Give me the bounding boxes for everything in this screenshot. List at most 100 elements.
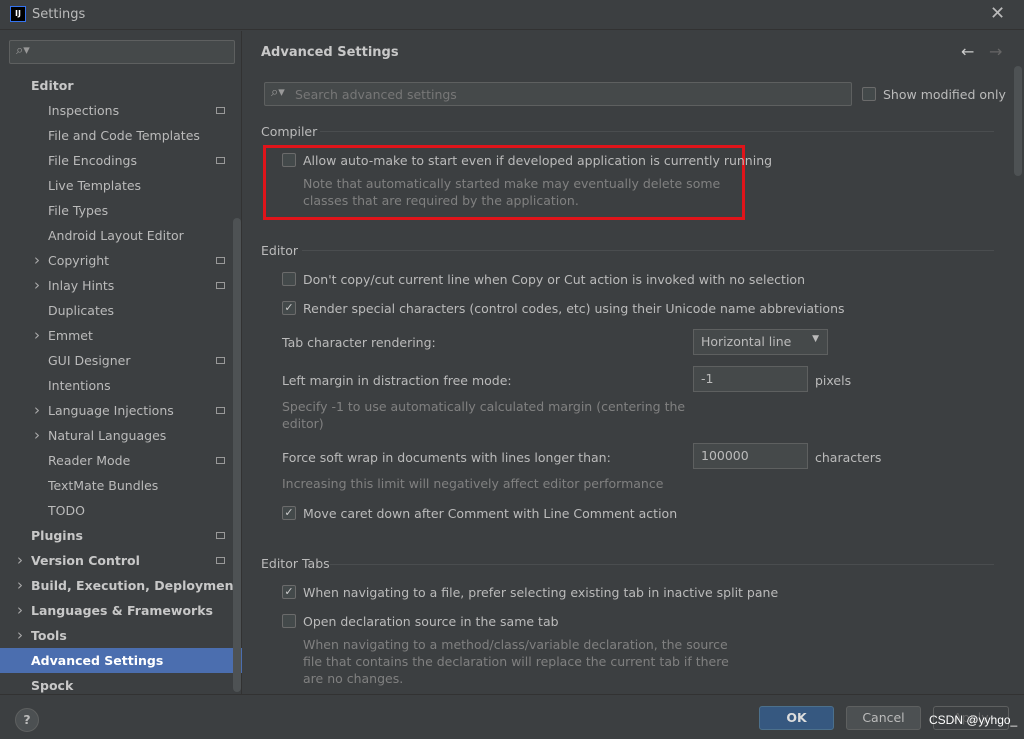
tab-rendering-dropdown[interactable]: Horizontal line ▼ <box>693 329 828 355</box>
open-same-tab-hint-3: are no changes. <box>303 671 404 686</box>
sidebar-item-label: Version Control <box>31 553 140 568</box>
sidebar-search-input[interactable]: ⌕▾ <box>9 40 235 64</box>
sidebar-item[interactable]: TextMate Bundles <box>48 473 158 498</box>
cancel-button[interactable]: Cancel <box>846 706 921 730</box>
soft-wrap-input[interactable]: 100000 <box>693 443 808 469</box>
compiler-section-header: Compiler <box>261 124 318 139</box>
sidebar-item[interactable]: Inlay Hints <box>48 273 114 298</box>
editor-section-header: Editor <box>261 243 298 258</box>
sidebar-scrollbar[interactable] <box>233 218 241 692</box>
open-same-tab-label: Open declaration source in the same tab <box>303 614 559 629</box>
sidebar-item[interactable]: Version Control <box>31 548 140 573</box>
project-settings-icon <box>216 457 225 464</box>
auto-make-hint: Note that automatically started make may… <box>303 176 721 191</box>
sidebar-item-label: Emmet <box>48 328 93 343</box>
project-settings-icon <box>216 157 225 164</box>
sidebar-item-label: Natural Languages <box>48 428 167 443</box>
divider <box>320 131 994 132</box>
chevron-right-icon[interactable]: › <box>34 276 40 294</box>
sidebar-item-label: Editor <box>31 78 74 93</box>
sidebar-item-label: TextMate Bundles <box>48 478 159 493</box>
sidebar-item-label: Reader Mode <box>48 453 131 468</box>
sidebar-item[interactable]: Languages & Frameworks <box>31 598 213 623</box>
sidebar-item-label: Intentions <box>48 378 111 393</box>
sidebar-item[interactable]: Language Injections <box>48 398 174 423</box>
chevron-right-icon[interactable]: › <box>34 251 40 269</box>
sidebar-item[interactable]: Tools <box>31 623 67 648</box>
sidebar-item[interactable]: Advanced Settings <box>0 648 242 673</box>
watermark: CSDN @yyhgo_ <box>929 713 1018 727</box>
tab-rendering-label: Tab character rendering: <box>282 335 436 350</box>
main-scrollbar[interactable] <box>1014 66 1022 176</box>
chevron-right-icon[interactable]: › <box>17 601 23 619</box>
sidebar-item[interactable]: TODO <box>48 498 85 523</box>
project-settings-icon <box>216 257 225 264</box>
forward-arrow-icon[interactable]: → <box>989 42 1002 61</box>
help-button[interactable]: ? <box>15 708 39 732</box>
sidebar-item-label: File Types <box>48 203 109 218</box>
chevron-down-icon: ▼ <box>812 334 819 344</box>
render-special-label: Render special characters (control codes… <box>303 301 845 316</box>
sidebar-item-label: File and Code Templates <box>48 128 200 143</box>
page-title: Advanced Settings <box>261 45 399 60</box>
show-modified-only-checkbox[interactable] <box>862 87 876 101</box>
no-copy-checkbox[interactable] <box>282 272 296 286</box>
left-margin-input[interactable]: -1 <box>693 366 808 392</box>
back-arrow-icon[interactable]: ← <box>961 42 974 61</box>
sidebar-item[interactable]: Emmet <box>48 323 93 348</box>
sidebar-item[interactable]: Inspections <box>48 98 119 123</box>
sidebar-item-label: Android Layout Editor <box>48 228 184 243</box>
title-bar: IJ Settings ✕ <box>0 0 1024 30</box>
sidebar-item[interactable]: File and Code Templates <box>48 123 200 148</box>
project-settings-icon <box>216 407 225 414</box>
chevron-right-icon[interactable]: › <box>17 626 23 644</box>
move-caret-label: Move caret down after Comment with Line … <box>303 506 678 521</box>
chevron-right-icon[interactable]: › <box>34 426 40 444</box>
tab-rendering-value: Horizontal line <box>701 334 792 349</box>
soft-wrap-unit: characters <box>815 450 882 465</box>
sidebar-item-label: Plugins <box>31 528 83 543</box>
open-same-tab-checkbox[interactable] <box>282 614 296 628</box>
sidebar-item-label: Live Templates <box>48 178 142 193</box>
soft-wrap-label: Force soft wrap in documents with lines … <box>282 450 611 465</box>
sidebar-item-label: Inlay Hints <box>48 278 115 293</box>
chevron-right-icon[interactable]: › <box>17 576 23 594</box>
auto-make-label: Allow auto-make to start even if develop… <box>303 153 773 168</box>
sidebar-item-label: Language Injections <box>48 403 174 418</box>
sidebar-item[interactable]: Duplicates <box>48 298 114 323</box>
sidebar-item-label: Copyright <box>48 253 110 268</box>
ok-button[interactable]: OK <box>759 706 834 730</box>
close-icon[interactable]: ✕ <box>990 3 1005 24</box>
sidebar-item[interactable]: Natural Languages <box>48 423 166 448</box>
sidebar-item[interactable]: Live Templates <box>48 173 141 198</box>
open-same-tab-hint-2: file that contains the declaration will … <box>303 654 729 669</box>
prefer-existing-tab-checkbox[interactable]: ✓ <box>282 585 296 599</box>
move-caret-checkbox[interactable]: ✓ <box>282 506 296 520</box>
chevron-right-icon[interactable]: › <box>17 551 23 569</box>
editor-tabs-section-header: Editor Tabs <box>261 556 330 571</box>
project-settings-icon <box>216 532 225 539</box>
sidebar-item[interactable]: File Types <box>48 198 108 223</box>
sidebar-item[interactable]: Editor <box>31 73 74 98</box>
project-settings-icon <box>216 282 225 289</box>
chevron-right-icon[interactable]: › <box>34 401 40 419</box>
left-margin-label: Left margin in distraction free mode: <box>282 373 512 388</box>
open-same-tab-hint: When navigating to a method/class/variab… <box>303 637 728 652</box>
sidebar-item[interactable]: Build, Execution, Deployment <box>31 573 239 598</box>
advanced-settings-search-input[interactable]: ⌕▾ Search advanced settings <box>264 82 852 106</box>
sidebar-item[interactable]: Plugins <box>31 523 83 548</box>
sidebar-item[interactable]: Intentions <box>48 373 111 398</box>
sidebar-item-label: File Encodings <box>48 153 138 168</box>
chevron-right-icon[interactable]: › <box>34 326 40 344</box>
project-settings-icon <box>216 557 225 564</box>
sidebar-item[interactable]: Copyright <box>48 248 109 273</box>
soft-wrap-hint: Increasing this limit will negatively af… <box>282 476 664 491</box>
sidebar-item[interactable]: File Encodings <box>48 148 137 173</box>
sidebar-item[interactable]: Android Layout Editor <box>48 223 184 248</box>
render-special-checkbox[interactable]: ✓ <box>282 301 296 315</box>
left-margin-unit: pixels <box>815 373 852 388</box>
auto-make-checkbox[interactable] <box>282 153 296 167</box>
sidebar-item[interactable]: Reader Mode <box>48 448 130 473</box>
sidebar-item-label: Build, Execution, Deployment <box>31 578 240 593</box>
sidebar-item[interactable]: GUI Designer <box>48 348 130 373</box>
